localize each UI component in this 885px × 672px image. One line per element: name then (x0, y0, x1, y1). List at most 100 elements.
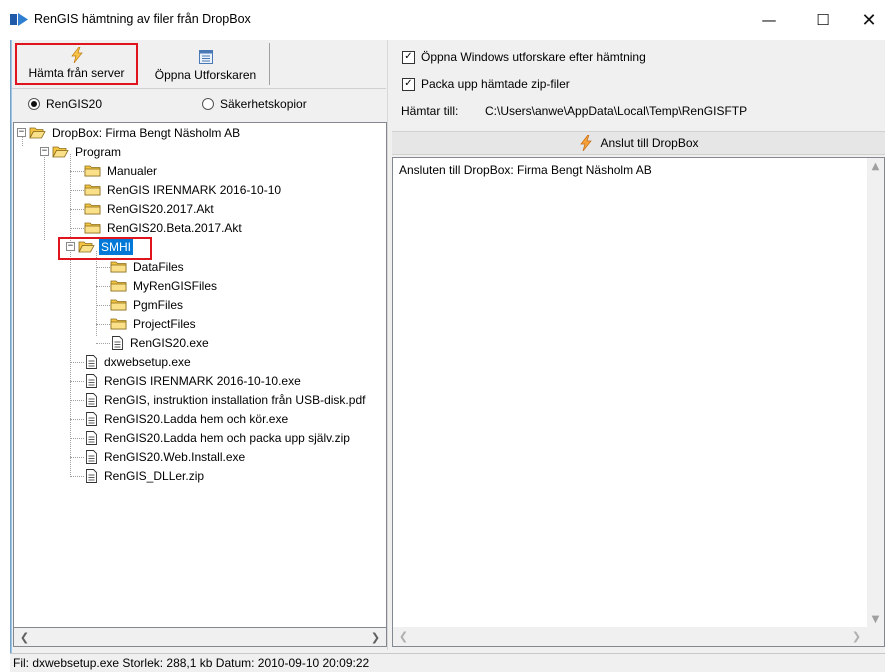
scroll-up-arrow-icon[interactable]: ▲ (867, 158, 884, 175)
tree-node-label: RenGIS, instruktion installation från US… (104, 392, 366, 407)
tree-node-folder[interactable]: RenGIS20.Beta.2017.Akt (84, 218, 244, 237)
maximize-button[interactable]: ☐ (800, 0, 846, 40)
tree-connector (70, 362, 84, 363)
log-vertical-scrollbar[interactable]: ▲ ▼ (867, 158, 884, 628)
tree-node-file[interactable]: dxwebsetup.exe (86, 352, 193, 371)
tree-node-program[interactable]: − Program (40, 142, 123, 161)
tree-connector (70, 228, 84, 229)
tree-node-label: RenGIS20.Ladda hem och kör.exe (104, 411, 289, 426)
tree-node-label: Program (75, 144, 122, 159)
radio-rengis20[interactable]: RenGIS20 (28, 97, 102, 111)
tree-node-label: PgmFiles (133, 297, 184, 312)
status-bar: Fil: dxwebsetup.exe Storlek: 288,1 kb Da… (10, 653, 885, 672)
tree-connector (44, 155, 45, 240)
tree-node-file[interactable]: RenGIS_DLLer.zip (86, 466, 206, 485)
toolbar: Hämta från server Öppna Utforskaren (12, 40, 386, 87)
tree-node-label: RenGIS20.Ladda hem och packa upp själv.z… (104, 430, 350, 445)
open-explorer-label: Öppna Utforskaren (154, 68, 257, 82)
tree-connector (70, 381, 84, 382)
folder-icon (110, 280, 127, 292)
tree-connector (96, 305, 110, 306)
tree-node-file[interactable]: RenGIS20.Ladda hem och packa upp själv.z… (86, 428, 352, 447)
dropbox-file-tree[interactable]: − DropBox: Firma Bengt Näsholm AB − Prog… (13, 122, 387, 628)
tree-node-folder[interactable]: ProjectFiles (110, 314, 198, 333)
tree-node-label: ProjectFiles (133, 316, 196, 331)
folder-icon (84, 165, 101, 177)
tree-node-label: SMHI (99, 238, 133, 255)
scroll-right-arrow-icon[interactable]: ❯ (848, 628, 865, 645)
tree-connector (70, 476, 84, 477)
folder-icon (110, 261, 127, 273)
file-icon (112, 335, 123, 350)
radio-backups-label: Säkerhetskopior (220, 97, 307, 111)
checkbox-checked-icon: ✓ (402, 77, 415, 91)
open-explorer-checkbox[interactable]: ✓ Öppna Windows utforskare efter hämtnin… (402, 50, 646, 64)
tree-node-label: MyRenGISFiles (133, 278, 218, 293)
scroll-left-arrow-icon[interactable]: ❮ (395, 628, 412, 645)
log-horizontal-scrollbar[interactable]: ❮ ❯ (393, 627, 867, 646)
file-icon (86, 411, 97, 426)
open-folder-icon (29, 127, 46, 139)
collapse-toggle-icon[interactable]: − (17, 128, 26, 137)
tree-node-label: RenGIS20.exe (130, 335, 209, 350)
folder-icon (110, 318, 127, 330)
explorer-window-icon (198, 50, 213, 64)
tree-connector (70, 400, 84, 401)
tree-node-file[interactable]: RenGIS20.Ladda hem och kör.exe (86, 409, 290, 428)
tree-node-label: Manualer (107, 163, 158, 178)
tree-connector (70, 457, 84, 458)
tree-connector (96, 324, 110, 325)
tree-node-file[interactable]: RenGIS20.exe (112, 333, 211, 352)
tree-node-folder[interactable]: PgmFiles (110, 295, 185, 314)
tree-node-label: RenGIS_DLLer.zip (104, 468, 205, 483)
collapse-toggle-icon[interactable]: − (66, 242, 75, 251)
tree-connector (70, 171, 84, 172)
panel-splitter[interactable] (387, 40, 391, 650)
open-folder-icon (78, 241, 95, 253)
minimize-button[interactable]: — (746, 0, 792, 40)
tree-node-folder[interactable]: RenGIS20.2017.Akt (84, 199, 216, 218)
tree-node-folder[interactable]: DataFiles (110, 257, 186, 276)
tree-node-label: RenGIS20.2017.Akt (107, 201, 214, 216)
radio-rengis20-label: RenGIS20 (46, 97, 103, 111)
radio-backups[interactable]: Säkerhetskopior (202, 97, 307, 111)
tree-horizontal-scrollbar[interactable]: ❮ ❯ (13, 628, 387, 647)
destination-path: C:\Users\anwe\AppData\Local\Temp\RenGISF… (485, 104, 748, 118)
open-folder-icon (52, 146, 69, 158)
lightning-icon (580, 135, 593, 151)
collapse-toggle-icon[interactable]: − (40, 147, 49, 156)
connect-dropbox-button[interactable]: Anslut till DropBox (392, 131, 885, 155)
file-icon (86, 430, 97, 445)
tree-node-root[interactable]: − DropBox: Firma Bengt Näsholm AB (17, 123, 242, 142)
tree-node-smhi[interactable]: − SMHI (66, 237, 133, 256)
fetch-from-server-button[interactable]: Hämta från server (15, 43, 138, 85)
tree-connector (96, 286, 110, 287)
tree-node-file[interactable]: RenGIS20.Web.Install.exe (86, 447, 247, 466)
tree-connector (70, 190, 84, 191)
window-left-border (10, 40, 12, 672)
open-explorer-button[interactable]: Öppna Utforskaren (142, 43, 270, 85)
tree-connector (70, 154, 71, 477)
connect-dropbox-label: Anslut till DropBox (600, 136, 699, 150)
tree-node-folder[interactable]: MyRenGISFiles (110, 276, 219, 295)
tree-node-label: dxwebsetup.exe (104, 354, 191, 369)
folder-icon (84, 203, 101, 215)
tree-connector (96, 343, 110, 344)
file-icon (86, 373, 97, 388)
tree-node-label: DataFiles (133, 259, 184, 274)
unpack-zip-checkbox[interactable]: ✓ Packa upp hämtade zip-filer (402, 77, 570, 91)
scroll-left-arrow-icon[interactable]: ❮ (16, 629, 33, 646)
scroll-right-arrow-icon[interactable]: ❯ (367, 629, 384, 646)
log-output-area[interactable]: Ansluten till DropBox: Firma Bengt Näsho… (392, 157, 885, 647)
destination-label: Hämtar till: (401, 104, 459, 118)
tree-node-folder[interactable]: Manualer (84, 161, 159, 180)
tree-node-folder[interactable]: RenGIS IRENMARK 2016-10-10 (84, 180, 283, 199)
close-button[interactable]: ✕ (846, 0, 885, 40)
tree-node-label: DropBox: Firma Bengt Näsholm AB (52, 125, 241, 140)
open-explorer-checkbox-label: Öppna Windows utforskare efter hämtning (421, 50, 646, 64)
file-icon (86, 354, 97, 369)
scroll-down-arrow-icon[interactable]: ▼ (867, 611, 884, 628)
checkbox-checked-icon: ✓ (402, 50, 415, 64)
tree-node-file[interactable]: RenGIS IRENMARK 2016-10-10.exe (86, 371, 303, 390)
tree-node-file[interactable]: RenGIS, instruktion installation från US… (86, 390, 367, 409)
